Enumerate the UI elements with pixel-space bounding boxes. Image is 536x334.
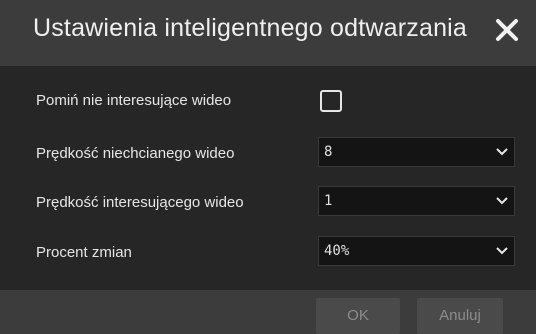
change-percent-select[interactable]: 40% (318, 236, 515, 266)
unwanted-speed-label: Prędkość niechcianego wideo (36, 145, 235, 162)
chevron-down-icon (496, 148, 508, 156)
cancel-button[interactable]: Anuluj (417, 298, 503, 334)
row-change-percent: Procent zmian 40% (0, 232, 536, 272)
dialog-title: Ustawienia inteligentnego odtwarzania (32, 14, 468, 42)
dialog-title-bar: Ustawienia inteligentnego odtwarzania (0, 0, 536, 66)
chevron-down-icon (496, 197, 508, 205)
close-icon (496, 19, 518, 41)
interesting-speed-select[interactable]: 1 (318, 186, 515, 216)
unwanted-speed-select[interactable]: 8 (318, 137, 515, 167)
chevron-down-icon (496, 247, 508, 255)
row-skip-uninteresting: Pomiń nie interesujące wideo (0, 80, 536, 120)
unwanted-speed-value: 8 (324, 144, 333, 160)
ok-button[interactable]: OK (316, 298, 400, 334)
close-button[interactable] (491, 14, 523, 46)
dialog-footer: OK Anuluj (0, 290, 536, 334)
skip-uninteresting-label: Pomiń nie interesujące wideo (36, 92, 232, 109)
row-unwanted-speed: Prędkość niechcianego wideo 8 (0, 133, 536, 173)
smart-playback-settings-dialog: Ustawienia inteligentnego odtwarzania Po… (0, 0, 536, 334)
interesting-speed-value: 1 (324, 193, 333, 209)
skip-uninteresting-checkbox[interactable] (320, 90, 342, 112)
interesting-speed-label: Prędkość interesującego wideo (36, 194, 244, 211)
change-percent-label: Procent zmian (36, 244, 132, 261)
dialog-body: Pomiń nie interesujące wideo Prędkość ni… (0, 66, 536, 290)
change-percent-value: 40% (324, 243, 350, 259)
row-interesting-speed: Prędkość interesującego wideo 1 (0, 182, 536, 222)
